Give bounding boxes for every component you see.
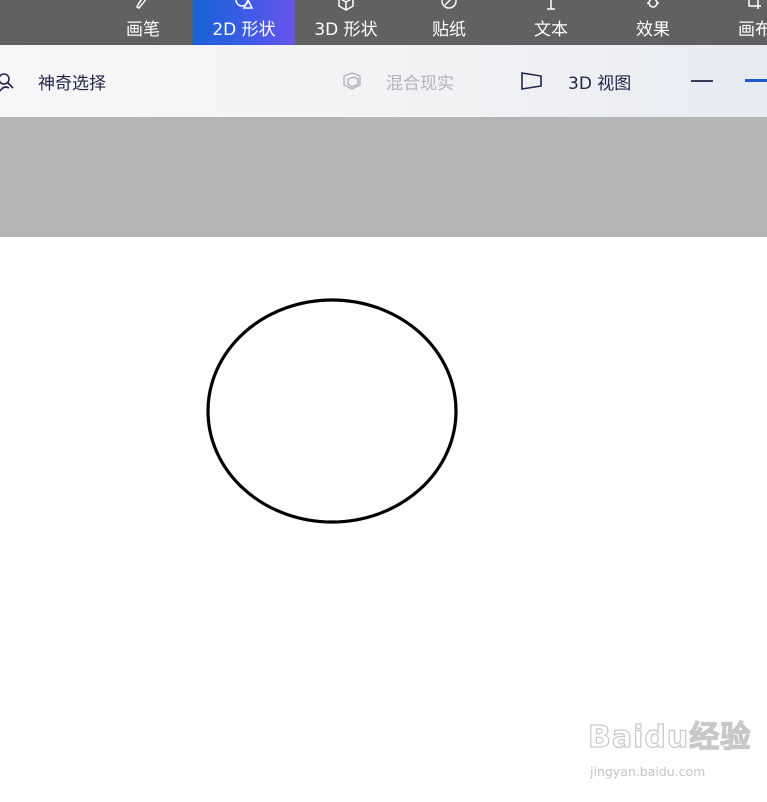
mixed-reality-label: 混合现实: [386, 73, 454, 94]
cube-icon: [336, 0, 356, 11]
tab-stickers[interactable]: 贴纸: [400, 0, 498, 45]
view-3d-icon: [520, 70, 544, 92]
tab-brushes-label: 画笔: [126, 20, 160, 40]
tab-effects-label: 效果: [636, 20, 670, 40]
brush-icon: [133, 0, 153, 11]
zoom-out-icon[interactable]: [691, 80, 713, 82]
text-icon: [541, 0, 561, 11]
canvas-crop-icon: [744, 0, 764, 11]
mixed-reality-icon: [340, 70, 362, 92]
shapes-toolbar: 神奇选择 混合现实 3D 视图: [0, 45, 767, 117]
tab-canvas-label: 画布: [738, 20, 767, 40]
zoom-slider-track[interactable]: [745, 79, 767, 82]
tab-2d-shapes-label: 2D 形状: [212, 20, 276, 40]
effects-sun-icon: [643, 0, 663, 11]
view-3d-label: 3D 视图: [568, 73, 632, 94]
top-tab-bar: 画笔 2D 形状 3D 形状 贴纸 文本 效果 画布: [0, 0, 767, 45]
watermark-url: jingyan.baidu.com: [590, 764, 706, 779]
shapes-2d-icon: [234, 0, 254, 11]
tab-canvas[interactable]: 画布: [706, 0, 767, 45]
baidu-watermark: Baidu经验 jingyan.baidu.com: [587, 712, 750, 792]
watermark-logo: Baidu经验: [587, 719, 752, 755]
view-3d-button[interactable]: 3D 视图: [520, 45, 631, 117]
tab-3d-shapes[interactable]: 3D 形状: [296, 0, 396, 45]
magic-select-label: 神奇选择: [38, 73, 106, 94]
mixed-reality-button[interactable]: 混合现实: [340, 45, 454, 117]
drawn-ellipse-shape[interactable]: [206, 298, 458, 524]
sticker-icon: [439, 0, 459, 11]
tab-2d-shapes[interactable]: 2D 形状: [193, 0, 295, 45]
tab-text[interactable]: 文本: [502, 0, 600, 45]
magic-select-button[interactable]: 神奇选择: [0, 45, 106, 117]
tab-effects[interactable]: 效果: [604, 0, 702, 45]
tab-stickers-label: 贴纸: [432, 20, 466, 40]
magic-select-icon: [0, 70, 16, 92]
tab-3d-shapes-label: 3D 形状: [314, 20, 378, 40]
tab-brushes[interactable]: 画笔: [94, 0, 192, 45]
tab-text-label: 文本: [534, 20, 568, 40]
workspace-background: [0, 117, 767, 237]
